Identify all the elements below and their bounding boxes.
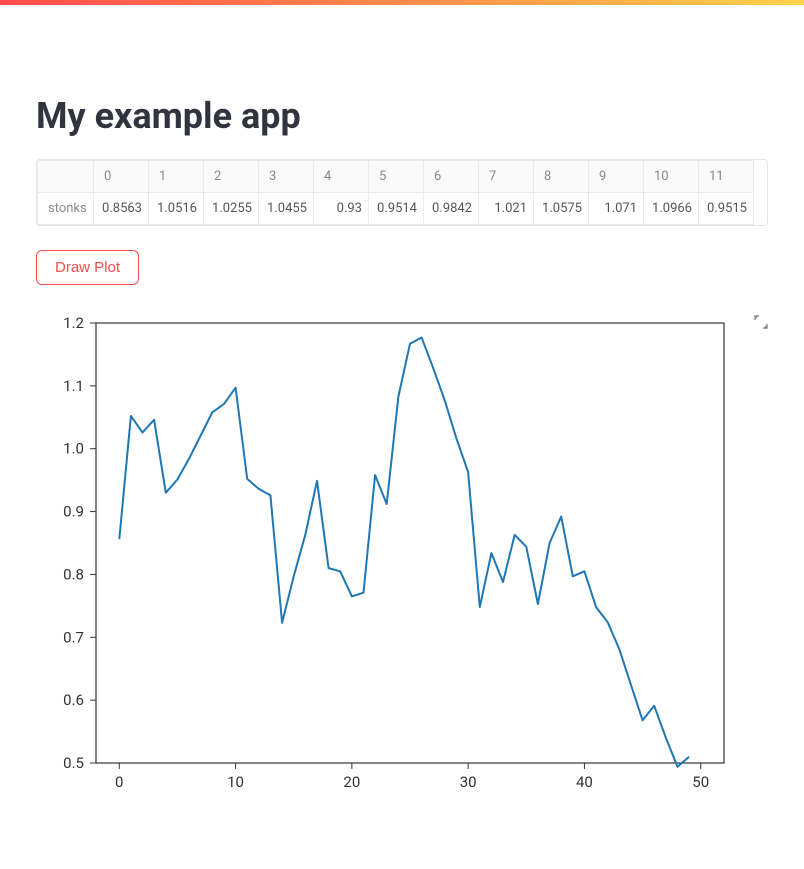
table-cell: 1.071 xyxy=(589,193,644,225)
draw-plot-button[interactable]: Draw Plot xyxy=(36,250,139,285)
table-col-header: 1 xyxy=(149,161,204,193)
svg-text:0.6: 0.6 xyxy=(63,691,84,709)
svg-text:0.5: 0.5 xyxy=(63,754,84,772)
table-cell: 0.9514 xyxy=(369,193,424,225)
svg-text:0.9: 0.9 xyxy=(63,503,84,521)
table-cell: 0.9842 xyxy=(424,193,479,225)
svg-text:40: 40 xyxy=(576,773,593,791)
svg-text:0.8: 0.8 xyxy=(63,565,84,583)
table-cell: 0.9515 xyxy=(699,193,754,225)
table-cell: 0.8563 xyxy=(94,193,149,225)
table-col-header: 11 xyxy=(699,161,754,193)
line-chart: 0.5 0.6 0.7 0.8 0.9 1.0 1.1 1.2 0 10 20 30 40 50 xyxy=(36,313,736,803)
table-cell: 1.0575 xyxy=(534,193,589,225)
table-col-header: 6 xyxy=(424,161,479,193)
table-col-header: 2 xyxy=(204,161,259,193)
expand-chart-icon[interactable] xyxy=(754,315,768,329)
table-col-header: 4 xyxy=(314,161,369,193)
table-col-header: 8 xyxy=(534,161,589,193)
table-cell: 1.021 xyxy=(479,193,534,225)
svg-text:1.0: 1.0 xyxy=(63,440,84,458)
table-col-header: 0 xyxy=(94,161,149,193)
svg-text:20: 20 xyxy=(343,773,360,791)
svg-text:50: 50 xyxy=(692,773,709,791)
table-cell: 1.0516 xyxy=(149,193,204,225)
table-col-header: 9 xyxy=(589,161,644,193)
table-col-header: 5 xyxy=(369,161,424,193)
table-col-header: 3 xyxy=(259,161,314,193)
table-col-header: 7 xyxy=(479,161,534,193)
svg-text:10: 10 xyxy=(227,773,244,791)
table-row-label: stonks xyxy=(38,193,94,225)
svg-text:30: 30 xyxy=(460,773,477,791)
svg-text:1.2: 1.2 xyxy=(63,314,84,332)
app-container: My example app 01234567891011stonks0.856… xyxy=(0,5,804,843)
table-cell: 1.0455 xyxy=(259,193,314,225)
page-title: My example app xyxy=(36,95,768,137)
table-cell: 1.0966 xyxy=(644,193,699,225)
svg-text:1.1: 1.1 xyxy=(63,377,84,395)
table-cell: 1.0255 xyxy=(204,193,259,225)
data-table[interactable]: 01234567891011stonks0.85631.05161.02551.… xyxy=(36,159,768,226)
table-col-header: 10 xyxy=(644,161,699,193)
svg-text:0: 0 xyxy=(115,773,123,791)
table-cell: 0.93 xyxy=(314,193,369,225)
svg-text:0.7: 0.7 xyxy=(63,628,84,646)
